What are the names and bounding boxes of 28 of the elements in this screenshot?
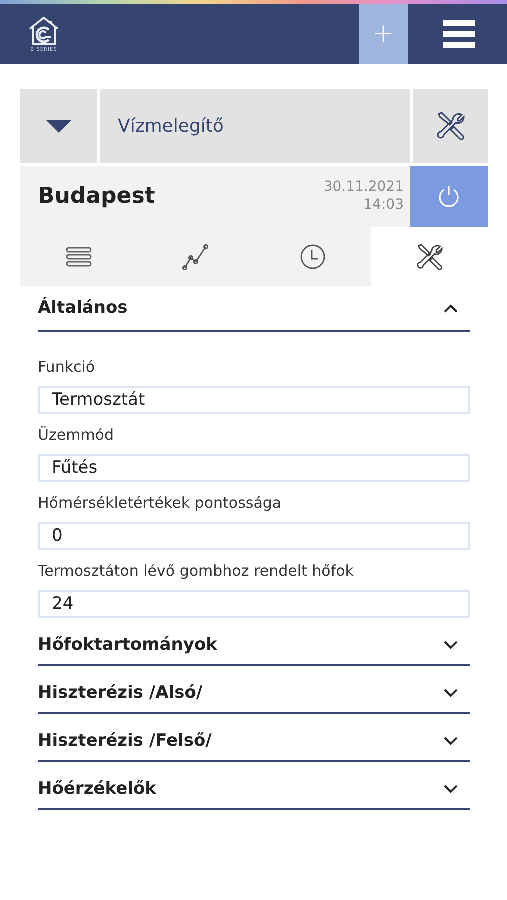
tools-icon (416, 242, 444, 270)
dropdown-button[interactable] (20, 89, 97, 163)
line-chart-icon (182, 242, 210, 270)
location-name: Budapest (37, 184, 156, 209)
settings-button[interactable] (413, 89, 488, 163)
chevron-icon (444, 688, 458, 698)
input-field[interactable]: 24 (38, 590, 470, 618)
time-text: 14:03 (364, 196, 404, 214)
power-icon (437, 184, 461, 208)
input-field[interactable]: Fűtés (38, 454, 470, 482)
chevron-icon (444, 640, 458, 650)
device-name: Vízmelegítő (100, 89, 410, 163)
list-icon (66, 246, 92, 266)
field-label: Hőmérsékletértékek pontossága (38, 493, 283, 514)
menu-icon (442, 20, 474, 48)
chevron-icon (444, 304, 458, 312)
input-field[interactable]: Termosztát (38, 386, 470, 414)
chevron-icon (444, 736, 458, 746)
tools-icon (436, 111, 466, 141)
chevron-icon (444, 784, 458, 794)
house-logo-icon (27, 16, 61, 46)
clock-icon (300, 244, 326, 270)
caret-down-icon (46, 120, 72, 132)
input-field[interactable]: 0 (38, 522, 470, 550)
date-text: 30.11.2021 (324, 179, 404, 196)
field-label: Üzemmód (38, 425, 116, 446)
field-label: Funkció (38, 357, 96, 378)
field-label: Termosztáton lévő gombhoz rendelt hőfok (38, 561, 355, 582)
